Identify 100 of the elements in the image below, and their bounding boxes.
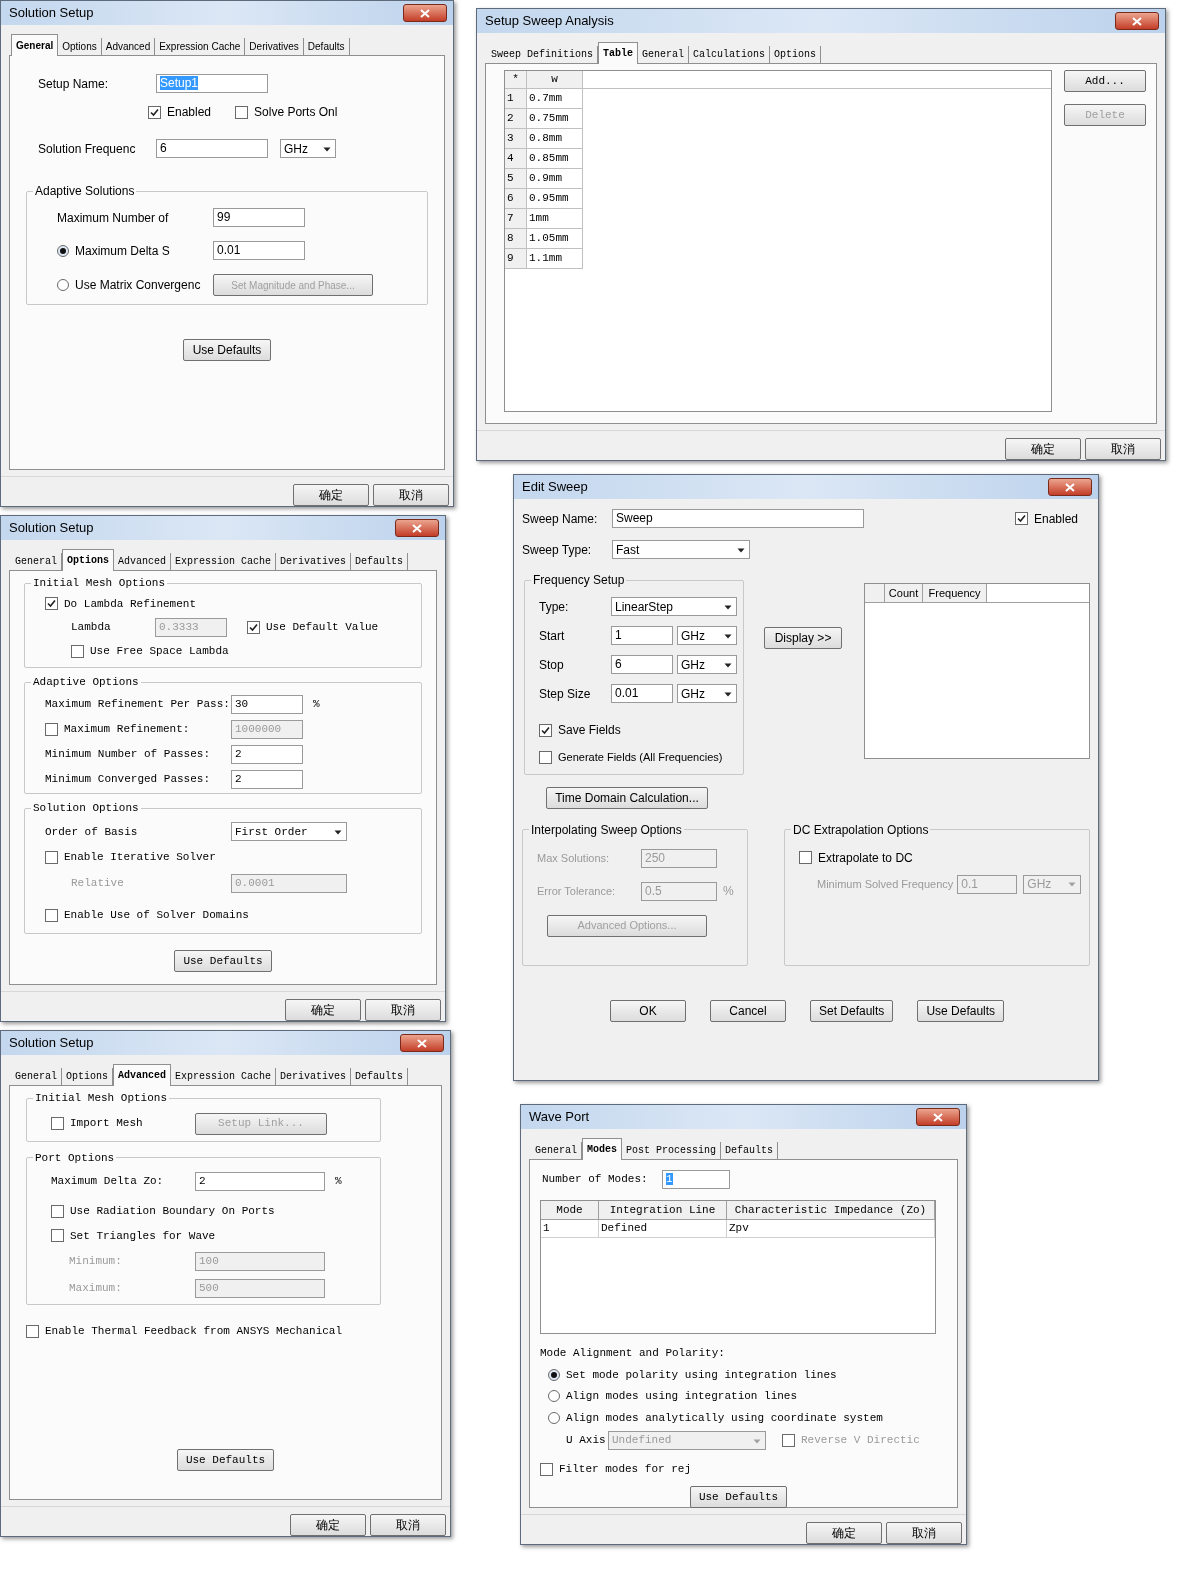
input-field[interactable]: 2 [231, 744, 303, 764]
dropdown[interactable]: First Order [231, 822, 347, 842]
row-number: 9 [505, 249, 527, 269]
field-label: Max Solutions: [537, 850, 611, 866]
input-field[interactable]: 2 [231, 769, 303, 789]
checkbox[interactable]: Extrapolate to DC [799, 848, 1089, 867]
field-label: Stop [539, 656, 565, 674]
tab[interactable]: Table [598, 42, 639, 64]
add-button[interactable]: Add... [1064, 70, 1146, 92]
checkbox[interactable]: Enable Iterative Solver [45, 849, 421, 866]
checkbox[interactable]: Use Free Space Lambda [71, 643, 229, 660]
radio-indicator[interactable] [57, 244, 69, 257]
cancel-button[interactable]: 取消 [886, 1522, 962, 1544]
use-defaults-button[interactable]: Use Defaults [176, 1449, 275, 1472]
radio-indicator[interactable] [548, 1368, 560, 1381]
tab[interactable]: General [11, 34, 59, 56]
use-defaults-button[interactable]: Use Defaults [917, 999, 1005, 1022]
close-button[interactable] [400, 1034, 444, 1052]
use-defaults-button[interactable]: Use Defaults [174, 950, 272, 972]
input-field[interactable]: Sweep [612, 509, 864, 528]
ok-button[interactable]: OK [610, 999, 686, 1022]
column-header: Count [885, 584, 924, 602]
ok-button[interactable]: 确定 [806, 1522, 882, 1544]
radio-button[interactable]: Maximum Delta S [57, 241, 213, 260]
checkbox[interactable]: Enable Use of Solver Domains [45, 906, 249, 924]
table-cell: 0.95mm [527, 189, 583, 209]
dropdown[interactable]: LinearStep [611, 597, 737, 616]
check-icon [541, 725, 550, 735]
checkbox[interactable]: Solve Ports Onl [235, 103, 338, 121]
radio-indicator[interactable] [548, 1390, 560, 1403]
dropdown[interactable]: GHz [677, 655, 737, 674]
close-button[interactable] [1115, 12, 1159, 30]
radio-button[interactable]: Align modes using integration lines [548, 1388, 957, 1405]
time-domain-button[interactable]: Time Domain Calculation... [546, 786, 708, 809]
ok-button[interactable]: 确定 [290, 1514, 366, 1536]
radio-indicator[interactable] [548, 1411, 560, 1424]
cancel-button[interactable]: 取消 [1085, 438, 1161, 460]
check-icon [249, 623, 258, 632]
ok-button[interactable]: 确定 [293, 484, 369, 506]
cancel-button[interactable]: 取消 [365, 999, 441, 1021]
radio-button[interactable]: Use Matrix Convergenc [57, 276, 213, 294]
checkbox[interactable]: Save Fields [539, 721, 744, 739]
field-label: Minimum: [68, 1254, 123, 1270]
radio-button[interactable]: Align modes analytically using coordinate system [548, 1409, 957, 1426]
field-label: Minimum Number of Passes: [45, 747, 212, 762]
field-label: Setup Name: [38, 75, 110, 93]
radio-indicator[interactable] [57, 279, 69, 291]
input-field[interactable]: 6 [611, 655, 673, 674]
input-field[interactable]: 1 [611, 626, 673, 645]
checkbox[interactable]: Set Triangles for Wave [51, 1227, 380, 1244]
input-field[interactable]: 0.01 [611, 684, 673, 703]
checkbox[interactable]: Import Mesh [51, 1115, 195, 1132]
tab[interactable]: Options [62, 549, 115, 571]
field-label: Maximum Refinement Per Pass: [45, 697, 231, 712]
checkbox[interactable]: Enable Thermal Feedback from ANSYS Mechanical [26, 1323, 343, 1340]
field-label: Lambda [70, 620, 112, 636]
input-field[interactable]: 99 [213, 208, 305, 227]
close-button[interactable] [1048, 478, 1092, 496]
close-button[interactable] [916, 1108, 960, 1126]
ok-button[interactable]: 确定 [1005, 438, 1081, 460]
input-field[interactable]: 6 [156, 139, 268, 158]
cancel-button[interactable]: 取消 [373, 484, 449, 506]
checkbox[interactable]: Use Radiation Boundary On Ports [51, 1203, 380, 1220]
input-field[interactable]: 30 [231, 694, 303, 714]
dropdown[interactable]: Fast [612, 540, 750, 559]
display-button[interactable]: Display >> [764, 627, 843, 649]
input-field[interactable]: 0.01 [213, 241, 305, 260]
row-number: 4 [505, 149, 527, 169]
field-label: Order of Basis [45, 824, 139, 840]
field-label: Mode Alignment and Polarity: [540, 1346, 726, 1361]
set-defaults-button[interactable]: Set Defaults [810, 999, 894, 1022]
checkbox[interactable]: Enabled [148, 103, 212, 121]
column-header: Mode [541, 1201, 599, 1219]
field-label: Error Tolerance: [537, 883, 617, 899]
field-label: Maximum Number of [57, 209, 170, 227]
table-cell: 0.75mm [527, 109, 583, 129]
field-label: Maximum Delta Zo: [51, 1174, 165, 1190]
tab[interactable]: Modes [582, 1138, 623, 1160]
dropdown[interactable]: GHz [677, 684, 737, 703]
use-defaults-button[interactable]: Use Defaults [689, 1486, 788, 1509]
radio-button[interactable]: Set mode polarity using integration lines [548, 1366, 957, 1383]
column-header: Integration Line [599, 1201, 727, 1219]
close-button[interactable] [395, 519, 439, 537]
use-defaults-button[interactable]: Use Defaults [183, 339, 271, 361]
tab[interactable]: Advanced [113, 1064, 172, 1086]
close-button[interactable] [403, 4, 447, 22]
input-field[interactable]: 2 [195, 1172, 325, 1191]
checkbox[interactable]: Do Lambda Refinement [45, 595, 421, 612]
cancel-button[interactable]: Cancel [710, 999, 786, 1022]
cancel-button[interactable]: 取消 [370, 1514, 446, 1536]
checkbox[interactable]: Use Default Value [247, 619, 379, 636]
dropdown[interactable]: GHz [677, 626, 737, 645]
ok-button[interactable]: 确定 [285, 999, 361, 1021]
checkbox[interactable]: Generate Fields (All Frequencies) [539, 749, 744, 766]
checkbox[interactable]: Enabled [1014, 509, 1078, 528]
row-number: 6 [505, 189, 527, 209]
dropdown[interactable]: GHz [280, 139, 336, 158]
field-label: Sweep Name: [522, 510, 599, 528]
checkbox[interactable]: Filter modes for rej [540, 1461, 692, 1478]
table-cell: 1.1mm [527, 249, 583, 269]
